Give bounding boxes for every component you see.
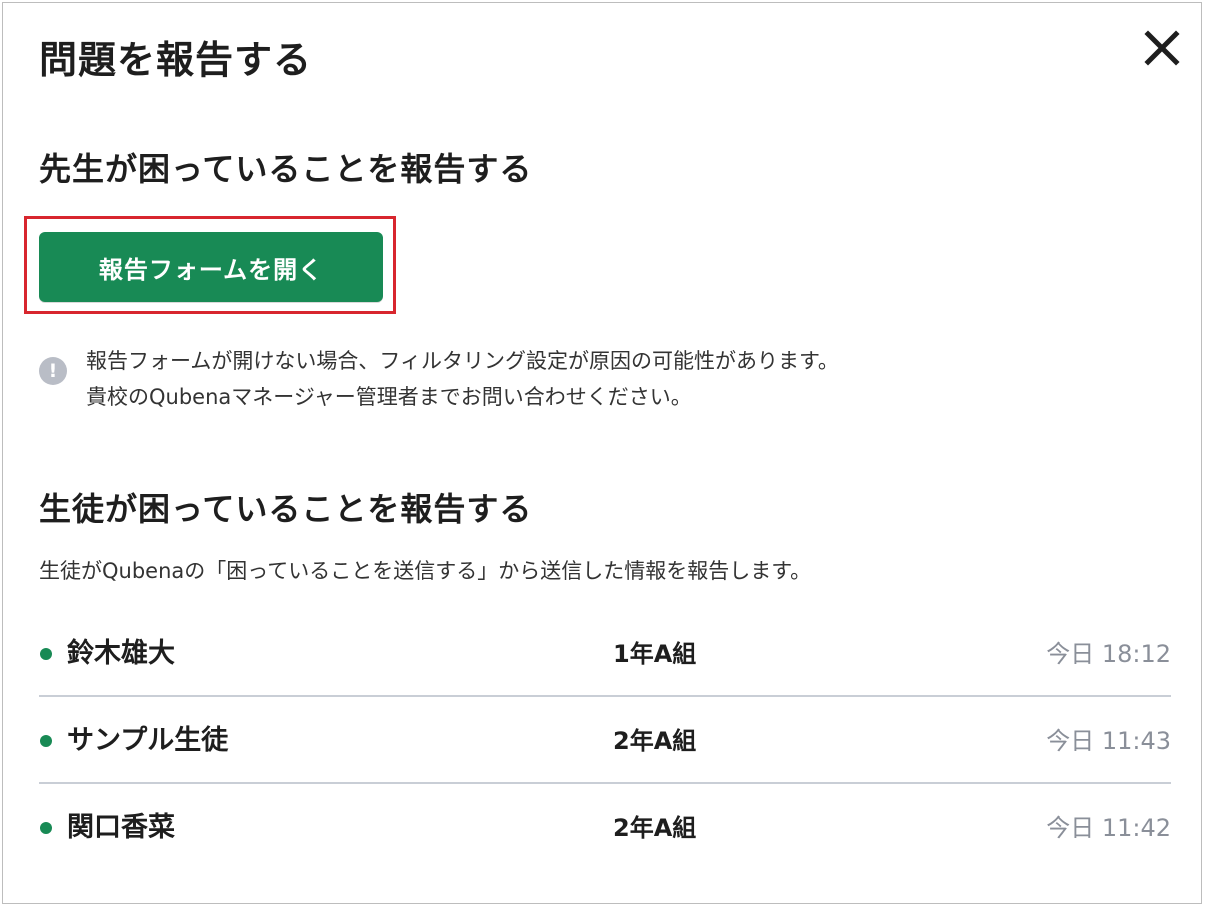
report-time: 今日 11:43 bbox=[1046, 727, 1171, 755]
unread-dot-icon bbox=[40, 648, 52, 660]
student-class: 2年A組 bbox=[613, 814, 697, 842]
dialog-title: 問題を報告する bbox=[39, 38, 313, 82]
student-class: 2年A組 bbox=[613, 727, 697, 755]
exclamation-icon: ! bbox=[39, 357, 67, 385]
student-name: 関口香菜 bbox=[67, 812, 175, 843]
notice-text: 報告フォームが開けない場合、フィルタリング設定が原因の可能性があります。 貴校の… bbox=[86, 343, 839, 415]
report-time: 今日 11:42 bbox=[1046, 814, 1171, 842]
report-problem-dialog: 問題を報告する 先生が困っていることを報告する 報告フォームを開く ! 報告フォ… bbox=[2, 2, 1202, 904]
student-section-description: 生徒がQubenaの「困っていることを送信する」から送信した情報を報告します。 bbox=[39, 559, 812, 583]
close-icon bbox=[1144, 30, 1180, 66]
unread-dot-icon bbox=[40, 735, 52, 747]
notice-line: 報告フォームが開けない場合、フィルタリング設定が原因の可能性があります。 bbox=[86, 349, 839, 373]
report-row[interactable]: 関口香菜 2年A組 今日 11:42 bbox=[39, 784, 1171, 871]
close-button[interactable] bbox=[1139, 25, 1185, 71]
teacher-section-heading: 先生が困っていることを報告する bbox=[39, 150, 533, 188]
report-time: 今日 18:12 bbox=[1046, 640, 1171, 668]
report-row[interactable]: 鈴木雄大 1年A組 今日 18:12 bbox=[39, 610, 1171, 697]
report-row[interactable]: サンプル生徒 2年A組 今日 11:43 bbox=[39, 697, 1171, 784]
student-report-list: 鈴木雄大 1年A組 今日 18:12 サンプル生徒 2年A組 今日 11:43 … bbox=[39, 610, 1171, 871]
unread-dot-icon bbox=[40, 822, 52, 834]
student-name: サンプル生徒 bbox=[67, 725, 229, 756]
student-section-heading: 生徒が困っていることを報告する bbox=[39, 490, 533, 528]
notice-line: 貴校のQubenaマネージャー管理者までお問い合わせください。 bbox=[86, 385, 692, 409]
open-report-form-button[interactable]: 報告フォームを開く bbox=[39, 232, 383, 302]
student-class: 1年A組 bbox=[613, 640, 697, 668]
student-name: 鈴木雄大 bbox=[67, 638, 175, 669]
